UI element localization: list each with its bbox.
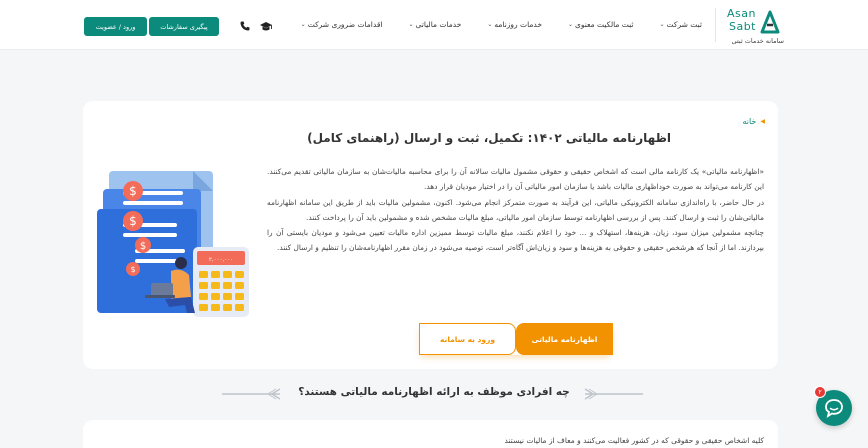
svg-text:$: $ [130, 265, 135, 274]
page-title: اظهارنامه مالیاتی ۱۴۰۲: تکمیل، ثبت و ارس… [307, 131, 671, 145]
tax-illustration: $ $ $ $ ۲,۰۰۰,۰۰۰ [97, 171, 249, 317]
article-body: «اظهارنامه مالیاتی» یک کارنامه مالی است … [267, 164, 764, 256]
breadcrumb-home-link[interactable]: خانه [742, 117, 756, 126]
tax-return-button[interactable]: اظهارنامه مالیاتی [516, 323, 613, 355]
section-text: کلیه اشخاص حقیقی و حقوقی که در کشور فعال… [504, 436, 764, 445]
nav-label: ثبت مالکیت معنوی [575, 20, 634, 29]
main-nav: ثبت شرکت ⌄ ثبت مالکیت معنوی ⌄ خدمات روزنام… [301, 20, 702, 29]
section-card: کلیه اشخاص حقیقی و حقوقی که در کشور فعال… [83, 420, 778, 448]
svg-text:$: $ [129, 214, 137, 228]
section-title: چه افرادی موظف به ارائه اظهارنامه مالیات… [298, 386, 570, 398]
logo-mark-icon [760, 10, 780, 34]
nav-label: خدمات مالیاتی [415, 20, 462, 29]
chat-widget-button[interactable]: ۲ [814, 386, 852, 426]
graduation-cap-icon[interactable] [259, 20, 273, 32]
notification-badge: ۲ [814, 386, 826, 398]
phone-icon[interactable] [238, 20, 252, 32]
article-paragraph: در حال حاضر، با راه‌اندازی سامانه الکترو… [267, 197, 764, 222]
chevron-down-icon: ⌄ [659, 21, 665, 28]
cta-button-group: اظهارنامه مالیاتی ورود به سامانه [419, 323, 613, 355]
nav-item-newspaper-services[interactable]: خدمات روزنامه ⌄ [487, 20, 542, 29]
logo-tagline: سامانه خدمات ثبتی [731, 37, 784, 45]
header-divider [715, 8, 716, 42]
logo-text-sabt: Sabt [728, 20, 756, 33]
svg-text:$: $ [129, 184, 137, 198]
nav-item-tax-services[interactable]: خدمات مالیاتی ⌄ [409, 20, 462, 29]
chat-bubble-icon [825, 399, 843, 418]
login-to-system-button[interactable]: ورود به سامانه [419, 323, 516, 355]
article-paragraph: چنانچه مشمولین میزان سود، زیان، هزینه‌ها… [267, 228, 764, 253]
nav-label: اقدامات ضروری شرکت [307, 20, 383, 29]
nav-label: ثبت شرکت [666, 20, 702, 29]
logo-text-asan: Asan [727, 7, 756, 20]
chevron-down-icon: ⌄ [300, 21, 306, 28]
chevron-down-icon: ⌄ [408, 21, 414, 28]
article-card: ◀ خانه اظهارنامه مالیاتی ۱۴۰۲: تکمیل، ثب… [83, 101, 778, 369]
svg-text:۲,۰۰۰,۰۰۰: ۲,۰۰۰,۰۰۰ [209, 257, 233, 263]
nav-item-company-registration[interactable]: ثبت شرکت ⌄ [660, 20, 703, 29]
chevron-left-icon: ◀ [760, 118, 765, 125]
chevron-down-icon: ⌄ [567, 21, 574, 28]
login-register-button[interactable]: ورود / عضویت [84, 17, 147, 36]
nav-label: خدمات روزنامه [494, 20, 542, 29]
nav-item-company-essentials[interactable]: اقدامات ضروری شرکت ⌄ [301, 20, 383, 29]
site-logo[interactable]: Asan Sabt سامانه خدمات ثبتی [724, 6, 784, 46]
nav-item-intellectual-property[interactable]: ثبت مالکیت معنوی ⌄ [568, 20, 634, 29]
site-header: Asan Sabt سامانه خدمات ثبتی ثبت شرکت ⌄ ثب… [0, 0, 868, 50]
svg-text:$: $ [140, 241, 146, 252]
chevron-down-icon: ⌄ [487, 21, 493, 28]
article-paragraph: «اظهارنامه مالیاتی» یک کارنامه مالی است … [267, 167, 764, 192]
track-orders-button[interactable]: پیگیری سفارشات [149, 17, 219, 36]
breadcrumb: ◀ خانه [742, 117, 765, 126]
